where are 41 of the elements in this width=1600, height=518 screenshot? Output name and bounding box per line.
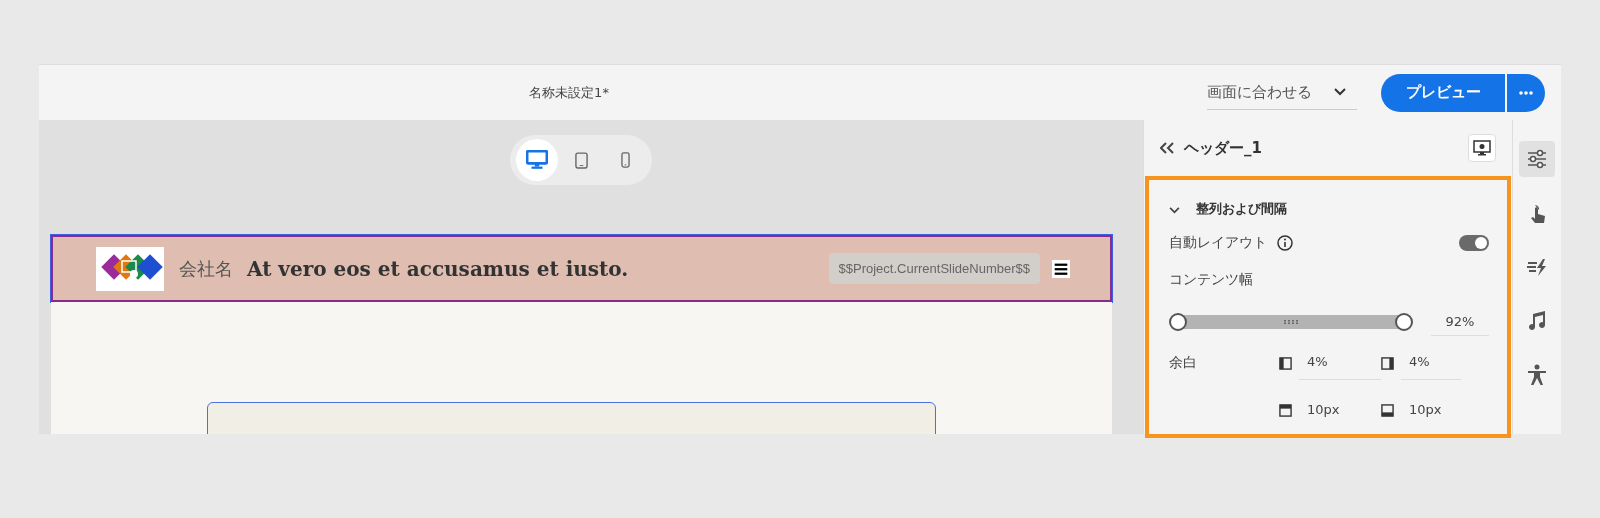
more-button[interactable] [1507,73,1545,112]
phone-icon [620,152,630,168]
content-width-label: コンテンツ幅 [1169,270,1253,289]
padding-right-icon [1381,356,1394,370]
padding-top-icon [1279,404,1292,417]
header-headline: At vero eos et accusamus et iusto. [247,256,629,281]
tablet-icon [574,151,588,169]
document-title: 名称未設定1* [528,83,610,102]
menu-icon [1052,259,1070,278]
content-width-slider[interactable] [1167,311,1415,333]
slider-handle[interactable] [1169,313,1187,331]
padding-field[interactable]: 10px [1299,394,1381,427]
margin-label: 余白 [1169,354,1198,372]
padding-field[interactable]: 4% [1299,346,1381,380]
person-icon [1526,364,1548,386]
padding-field[interactable]: 10px [1401,394,1461,427]
device-toggle[interactable] [516,139,558,181]
header-bar[interactable]: 会社名 At vero eos et accusamus et iusto. $$Project.CurrentSlideNumber$$ [51,235,1112,302]
variable-chip: $$Project.CurrentSlideNumber$$ [828,253,1040,284]
auto-layout-toggle[interactable] [1459,234,1489,251]
company-name: 会社名 [179,256,233,281]
info-icon [1277,234,1293,251]
section-header[interactable]: 整列および間隔 [1169,198,1489,220]
padding-bottom-icon [1381,404,1394,417]
rail-tab[interactable] [1519,141,1555,177]
more-icon [1519,90,1533,95]
desktop-icon [526,150,548,170]
padding-field[interactable]: 4% [1401,346,1461,380]
zoom-dropdown[interactable]: 画面に合わせる [1207,75,1357,110]
music-note-icon [1526,310,1548,332]
sliders-icon [1526,148,1548,170]
double-chevron-left-icon [1160,142,1174,154]
chevron-down-icon [1334,88,1346,96]
preview-button[interactable]: プレビュー [1381,73,1505,112]
padding-left-icon [1279,356,1292,370]
auto-layout-label: 自動レイアウト [1169,233,1267,252]
chevron-down-icon [1169,206,1180,214]
preview-monitor-icon [1473,140,1491,156]
slider-handle[interactable] [1395,313,1413,331]
panel-title: ヘッダー_1 [1184,138,1262,158]
content-width-value[interactable]: 92% [1431,308,1489,336]
